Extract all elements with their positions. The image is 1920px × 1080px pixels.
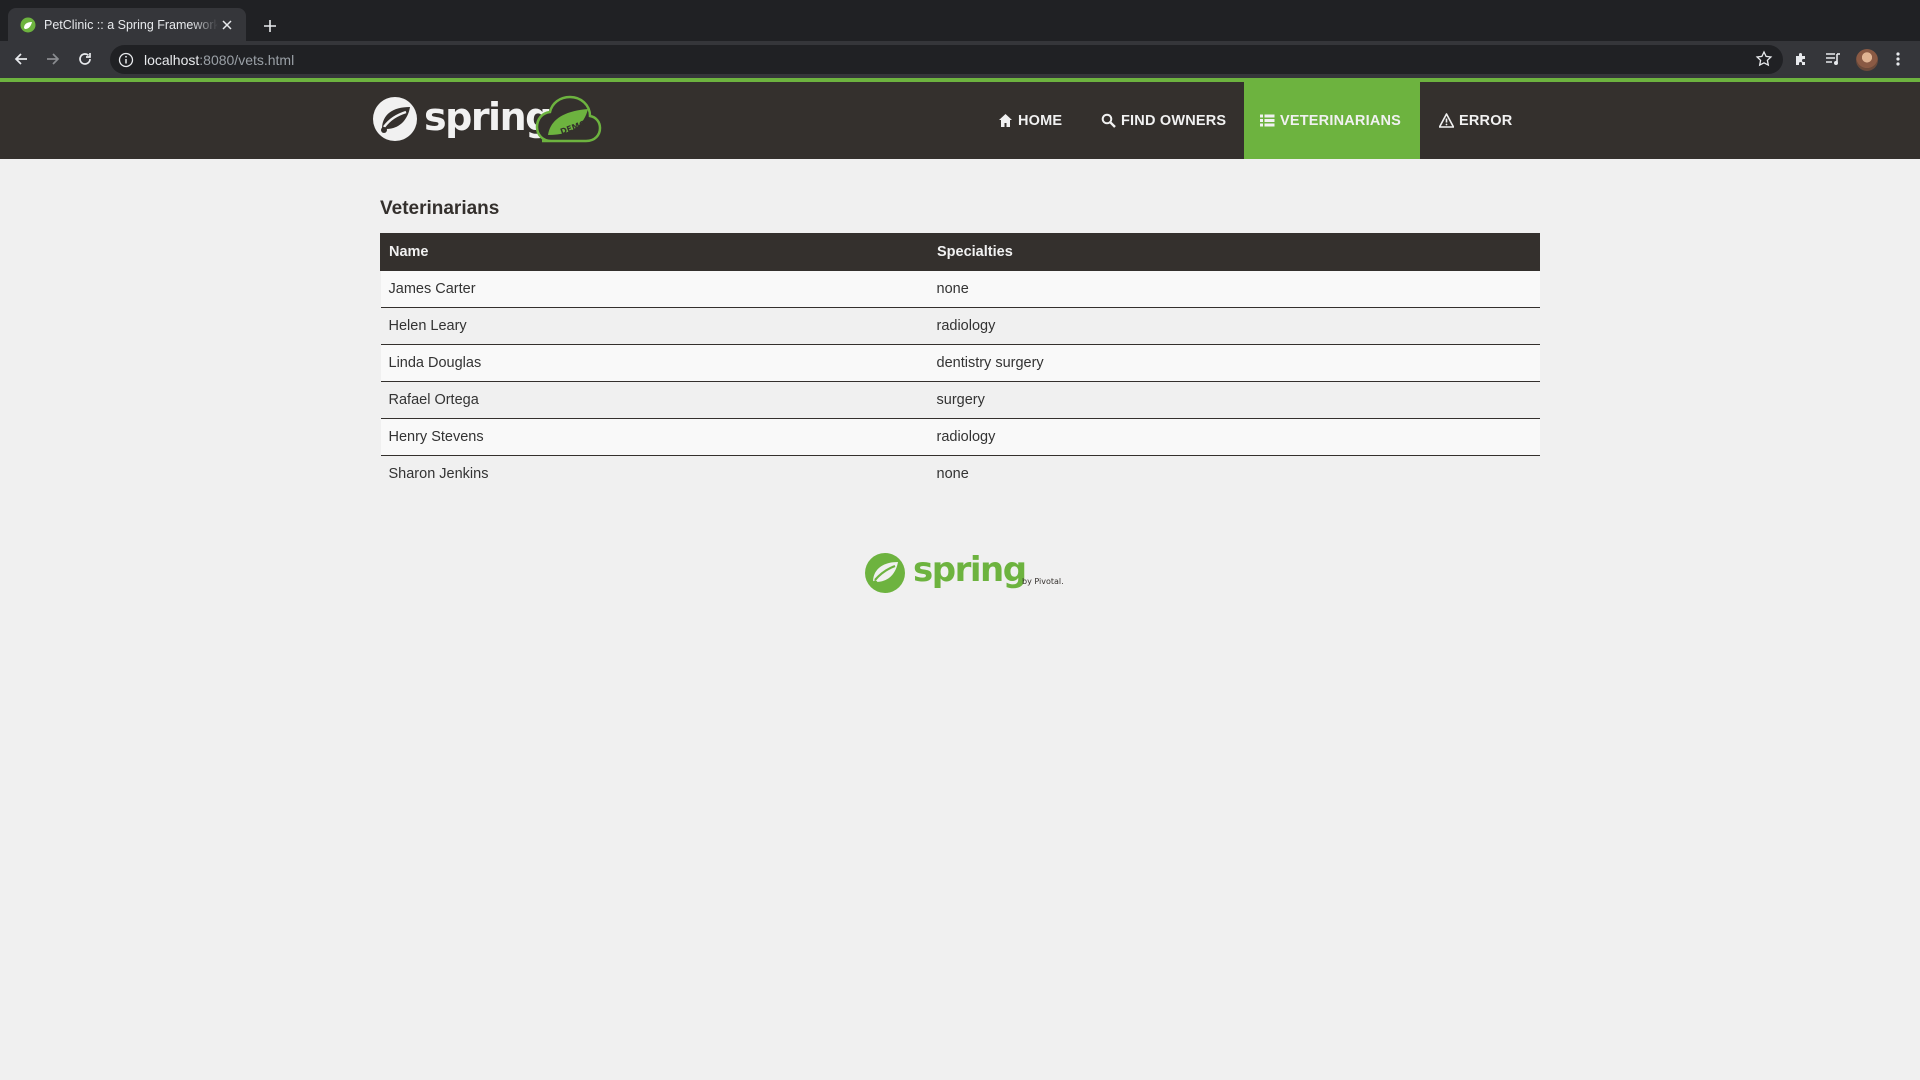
new-tab-icon[interactable]: [258, 14, 282, 38]
nav-error-label: Error: [1459, 112, 1513, 129]
spring-footer-logo: spring by Pivotal.: [865, 550, 1064, 593]
browser-tab[interactable]: PetClinic :: a Spring Framework demonstr…: [8, 8, 246, 41]
vet-name: Rafael Ortega: [380, 381, 929, 419]
extensions-puzzle-icon[interactable]: [1789, 47, 1813, 71]
browser-toolbar: localhost:8080/vets.html: [0, 41, 1920, 78]
vet-specialties: radiology: [928, 307, 1540, 345]
vet-name: Sharon Jenkins: [380, 455, 929, 493]
spring-favicon-icon: [20, 17, 36, 32]
vet-specialties: none: [928, 270, 1540, 308]
reload-icon[interactable]: [73, 47, 97, 71]
vet-specialties: none: [928, 455, 1540, 493]
back-arrow-icon[interactable]: [9, 47, 33, 71]
vet-specialties: dentistry surgery: [928, 344, 1540, 382]
column-header-specialties[interactable]: Specialties: [928, 233, 1540, 271]
profile-avatar[interactable]: [1856, 49, 1878, 71]
home-icon: [998, 113, 1013, 128]
media-queue-icon[interactable]: [1821, 47, 1845, 71]
spring-petclinic-logo[interactable]: spring DEMO: [372, 95, 604, 145]
column-header-name[interactable]: Name: [380, 233, 929, 271]
vet-name: Linda Douglas: [380, 344, 929, 382]
forward-arrow-icon[interactable]: [41, 47, 65, 71]
nav-home[interactable]: Home: [982, 82, 1078, 159]
url-host: localhost: [144, 51, 200, 68]
close-tab-icon[interactable]: [218, 16, 236, 34]
footer-logo-text: spring: [913, 550, 1026, 590]
table-row: Rafael Ortega surgery: [380, 381, 1540, 419]
address-bar[interactable]: localhost:8080/vets.html: [110, 45, 1783, 74]
url-path: :8080/vets.html: [199, 51, 295, 68]
list-icon: [1260, 113, 1275, 128]
table-row: Helen Leary radiology: [380, 307, 1540, 345]
table-row: Henry Stevens radiology: [380, 418, 1540, 456]
vet-specialties: surgery: [928, 381, 1540, 419]
browser-tab-strip: PetClinic :: a Spring Framework demonstr…: [0, 0, 1920, 41]
nav-home-label: Home: [1018, 112, 1063, 129]
nav-find-owners[interactable]: Find owners: [1085, 82, 1242, 159]
table-row: James Carter none: [380, 270, 1540, 308]
vet-name: James Carter: [380, 270, 929, 308]
bookmark-star-icon[interactable]: [1755, 50, 1773, 68]
brand-logo-text: spring: [424, 95, 551, 139]
footer-byline: by Pivotal.: [1022, 577, 1064, 586]
page-title: Veterinarians: [380, 198, 500, 219]
browser-menu-icon[interactable]: [1886, 47, 1910, 71]
veterinarians-table: Name Specialties James Carter none Helen…: [380, 233, 1540, 493]
nav-veterinarians[interactable]: Veterinarians: [1244, 82, 1420, 159]
vet-name: Henry Stevens: [380, 418, 929, 456]
table-header-row: Name Specialties: [380, 233, 1540, 271]
nav-veterinarians-label: Veterinarians: [1280, 112, 1402, 129]
url-text[interactable]: localhost:8080/vets.html: [144, 52, 294, 68]
warning-icon: [1439, 113, 1454, 128]
nav-find-owners-label: Find owners: [1121, 112, 1227, 129]
nav-error[interactable]: Error: [1423, 82, 1528, 159]
vet-name: Helen Leary: [380, 307, 929, 345]
search-icon: [1101, 113, 1116, 128]
vet-specialties: radiology: [928, 418, 1540, 456]
tab-title: PetClinic :: a Spring Framework demonstr…: [44, 17, 218, 32]
table-row: Linda Douglas dentistry surgery: [380, 344, 1540, 382]
info-icon[interactable]: [118, 52, 134, 68]
table-row: Sharon Jenkins none: [380, 455, 1540, 493]
main-navbar: spring DEMO Home Find owners Veterinaria…: [0, 78, 1920, 159]
